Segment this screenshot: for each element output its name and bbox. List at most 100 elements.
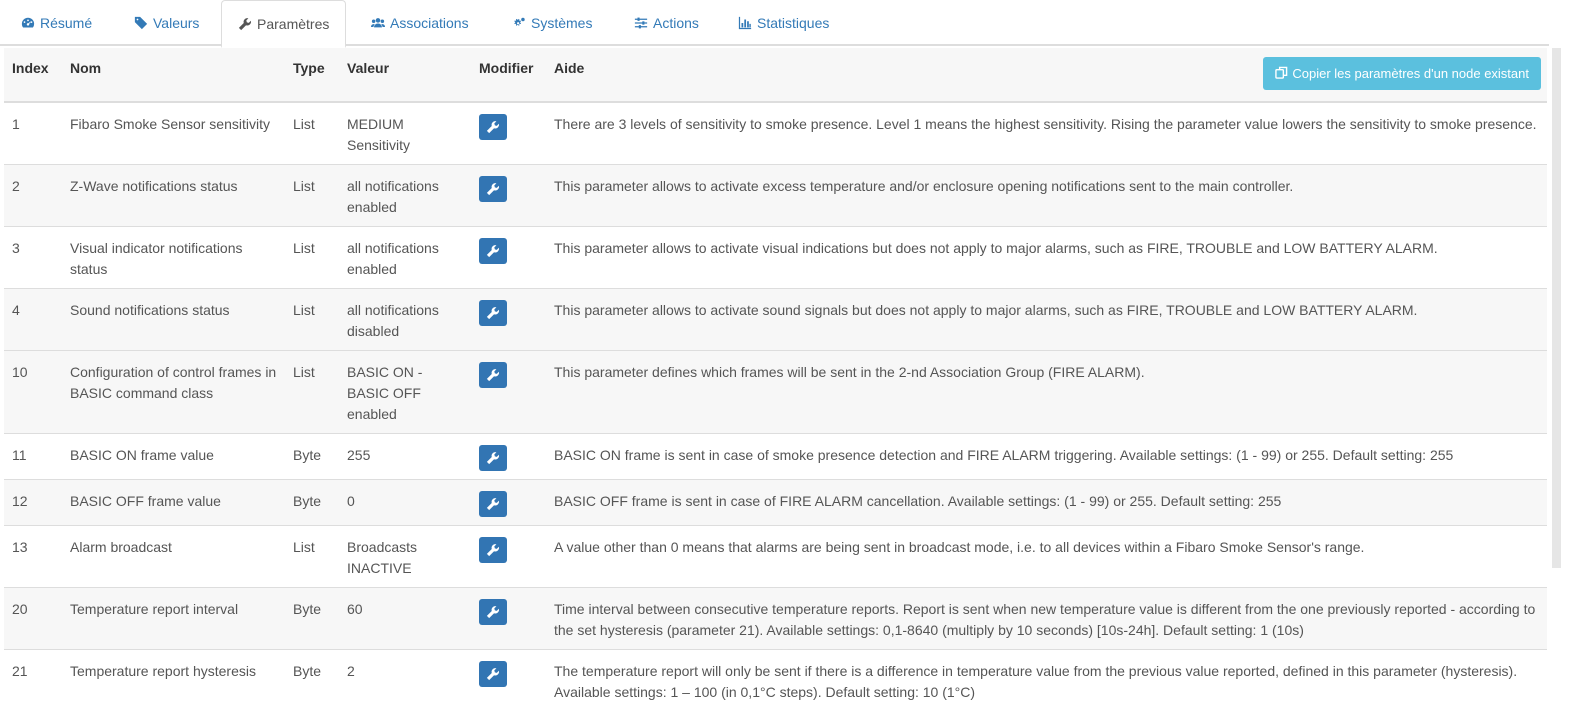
cell-type: Byte <box>285 434 339 480</box>
table-row: 11 BASIC ON frame value Byte 255 BASIC O… <box>4 434 1547 480</box>
table-row: 13 Alarm broadcast List Broadcasts INACT… <box>4 526 1547 588</box>
wrench-icon <box>238 17 252 31</box>
table-row: 20 Temperature report interval Byte 60 T… <box>4 588 1547 650</box>
table-row: 4 Sound notifications status List all no… <box>4 289 1547 351</box>
cell-value: 2 <box>339 650 471 711</box>
cell-help: BASIC ON frame is sent in case of smoke … <box>546 434 1547 480</box>
tab-actions[interactable]: Actions <box>634 0 699 46</box>
cell-index: 4 <box>4 289 62 351</box>
wrench-icon <box>486 182 500 196</box>
users-icon <box>371 16 385 30</box>
edit-parameter-button[interactable] <box>479 114 507 140</box>
cogs-icon <box>512 16 526 30</box>
cell-modify <box>471 289 546 351</box>
cell-value: BASIC ON - BASIC OFF enabled <box>339 351 471 434</box>
table-row: 1 Fibaro Smoke Sensor sensitivity List M… <box>4 102 1547 165</box>
table-row: 12 BASIC OFF frame value Byte 0 BASIC OF… <box>4 480 1547 526</box>
wrench-icon <box>486 451 500 465</box>
scrollbar[interactable] <box>1552 48 1561 568</box>
cell-value: all notifications enabled <box>339 165 471 227</box>
cell-name: Visual indicator notifications status <box>62 227 285 289</box>
wrench-icon <box>486 497 500 511</box>
cell-modify <box>471 650 546 711</box>
tab-valeurs[interactable]: Valeurs <box>134 0 199 46</box>
table-row: 2 Z-Wave notifications status List all n… <box>4 165 1547 227</box>
edit-parameter-button[interactable] <box>479 491 507 517</box>
header-index: Index <box>4 48 62 102</box>
header-name: Nom <box>62 48 285 102</box>
cell-modify <box>471 165 546 227</box>
tab-parametres[interactable]: Paramètres <box>221 0 346 48</box>
edit-parameter-button[interactable] <box>479 238 507 264</box>
wrench-icon <box>486 667 500 681</box>
tab-label: Actions <box>653 15 699 31</box>
cell-value: 60 <box>339 588 471 650</box>
cell-type: List <box>285 351 339 434</box>
edit-parameter-button[interactable] <box>479 445 507 471</box>
header-help: Aide Copier les paramètres d'un node exi… <box>546 48 1547 102</box>
edit-parameter-button[interactable] <box>479 176 507 202</box>
dashboard-icon <box>21 16 35 30</box>
sliders-icon <box>634 16 648 30</box>
cell-index: 3 <box>4 227 62 289</box>
cell-name: Alarm broadcast <box>62 526 285 588</box>
cell-help: This parameter allows to activate excess… <box>546 165 1547 227</box>
tab-label: Statistiques <box>757 15 829 31</box>
cell-value: MEDIUM Sensitivity <box>339 102 471 165</box>
cell-index: 12 <box>4 480 62 526</box>
tab-systemes[interactable]: Systèmes <box>512 0 592 46</box>
edit-parameter-button[interactable] <box>479 362 507 388</box>
cell-modify <box>471 351 546 434</box>
cell-help: There are 3 levels of sensitivity to smo… <box>546 102 1547 165</box>
tab-label: Systèmes <box>531 15 592 31</box>
edit-parameter-button[interactable] <box>479 661 507 687</box>
cell-type: List <box>285 102 339 165</box>
cell-type: List <box>285 289 339 351</box>
cell-value: all notifications enabled <box>339 227 471 289</box>
cell-name: Temperature report hysteresis <box>62 650 285 711</box>
tab-label: Paramètres <box>257 16 329 32</box>
cell-help: This parameter defines which frames will… <box>546 351 1547 434</box>
edit-parameter-button[interactable] <box>479 537 507 563</box>
cell-modify <box>471 227 546 289</box>
cell-help: A value other than 0 means that alarms a… <box>546 526 1547 588</box>
edit-parameter-button[interactable] <box>479 300 507 326</box>
cell-help: This parameter allows to activate sound … <box>546 289 1547 351</box>
edit-parameter-button[interactable] <box>479 599 507 625</box>
cell-modify <box>471 588 546 650</box>
table-row: 21 Temperature report hysteresis Byte 2 … <box>4 650 1547 711</box>
cell-help: BASIC OFF frame is sent in case of FIRE … <box>546 480 1547 526</box>
header-value: Valeur <box>339 48 471 102</box>
cell-help: Time interval between consecutive temper… <box>546 588 1547 650</box>
copy-icon <box>1275 66 1288 82</box>
table-header-row: Index Nom Type Valeur Modifier Aide Copi… <box>4 48 1547 102</box>
cell-name: Sound notifications status <box>62 289 285 351</box>
cell-type: List <box>285 165 339 227</box>
copy-parameters-label: Copier les paramètres d'un node existant <box>1292 66 1529 81</box>
tab-statistiques[interactable]: Statistiques <box>738 0 829 46</box>
tab-bar: Résumé Valeurs Paramètres Associations S… <box>0 0 1549 46</box>
cell-name: Z-Wave notifications status <box>62 165 285 227</box>
wrench-icon <box>486 306 500 320</box>
header-help-label: Aide <box>554 60 584 76</box>
cell-modify <box>471 526 546 588</box>
cell-name: BASIC ON frame value <box>62 434 285 480</box>
cell-type: List <box>285 526 339 588</box>
wrench-icon <box>486 605 500 619</box>
tab-label: Associations <box>390 15 469 31</box>
header-type: Type <box>285 48 339 102</box>
cell-type: List <box>285 227 339 289</box>
cell-index: 21 <box>4 650 62 711</box>
tab-associations[interactable]: Associations <box>371 0 469 46</box>
cell-modify <box>471 434 546 480</box>
table-row: 10 Configuration of control frames in BA… <box>4 351 1547 434</box>
parameters-table-container: Index Nom Type Valeur Modifier Aide Copi… <box>4 48 1547 711</box>
wrench-icon <box>486 368 500 382</box>
wrench-icon <box>486 244 500 258</box>
wrench-icon <box>486 543 500 557</box>
copy-parameters-button[interactable]: Copier les paramètres d'un node existant <box>1263 57 1541 90</box>
parameters-table: Index Nom Type Valeur Modifier Aide Copi… <box>4 48 1547 711</box>
table-row: 3 Visual indicator notifications status … <box>4 227 1547 289</box>
header-modify: Modifier <box>471 48 546 102</box>
tab-resume[interactable]: Résumé <box>21 0 92 46</box>
